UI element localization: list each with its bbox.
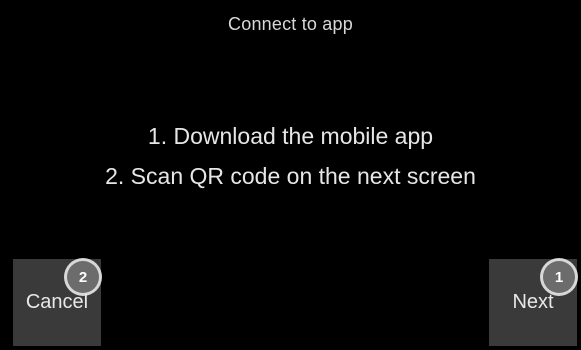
key-number-badge-cancel: 2: [64, 258, 102, 296]
instructions-block: 1. Download the mobile app 2. Scan QR co…: [0, 116, 581, 196]
next-button-label: Next: [512, 291, 554, 313]
connect-to-app-screen: Connect to app 1. Download the mobile ap…: [0, 0, 581, 350]
screen-title: Connect to app: [228, 14, 353, 34]
key-number-badge-next: 1: [540, 258, 578, 296]
instruction-scan-qr: 2. Scan QR code on the next screen: [105, 163, 476, 189]
instruction-download: 1. Download the mobile app: [147, 123, 434, 149]
